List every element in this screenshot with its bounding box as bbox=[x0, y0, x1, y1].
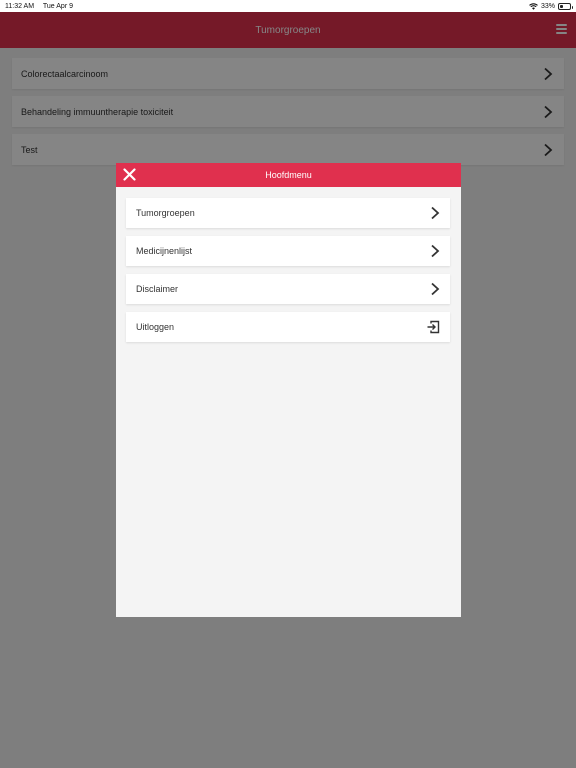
status-right: 33% bbox=[529, 2, 573, 10]
modal-header: Hoofdmenu bbox=[116, 163, 461, 187]
chevron-right-icon bbox=[431, 282, 440, 296]
battery-level bbox=[560, 4, 563, 8]
menu-item-medicijnenlijst[interactable]: Medicijnenlijst bbox=[126, 236, 450, 266]
battery-percent: 33% bbox=[540, 2, 555, 10]
menu-item-label: Disclaimer bbox=[136, 284, 179, 294]
modal-menu-list: Tumorgroepen Medicijnenlijst Disclaimer … bbox=[116, 187, 461, 342]
status-bar: 11:32 AM Tue Apr 9 33% bbox=[0, 0, 576, 12]
main-menu-modal: Hoofdmenu Tumorgroepen Medicijnenlijst D… bbox=[116, 163, 461, 617]
battery-icon bbox=[558, 2, 573, 10]
close-icon[interactable] bbox=[123, 168, 136, 181]
menu-item-label: Uitloggen bbox=[136, 322, 175, 332]
modal-title: Hoofdmenu bbox=[265, 170, 312, 180]
menu-item-label: Tumorgroepen bbox=[136, 208, 195, 218]
chevron-right-icon bbox=[431, 206, 440, 220]
logout-icon bbox=[427, 320, 440, 334]
menu-item-disclaimer[interactable]: Disclaimer bbox=[126, 274, 450, 304]
status-date: Tue Apr 9 bbox=[42, 2, 73, 10]
status-left: 11:32 AM Tue Apr 9 bbox=[5, 3, 80, 10]
wifi-icon bbox=[529, 2, 538, 10]
chevron-right-icon bbox=[431, 244, 440, 258]
menu-item-tumorgroepen[interactable]: Tumorgroepen bbox=[126, 198, 450, 228]
status-time: 11:32 AM bbox=[5, 2, 35, 10]
menu-item-uitloggen[interactable]: Uitloggen bbox=[126, 312, 450, 342]
menu-item-label: Medicijnenlijst bbox=[136, 246, 193, 256]
